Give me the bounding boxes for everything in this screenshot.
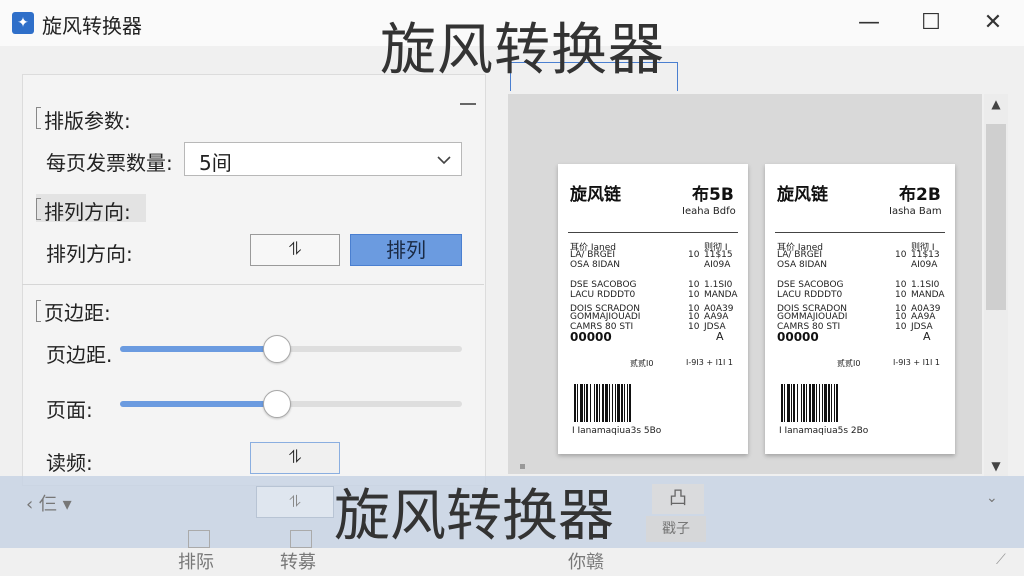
divider	[22, 284, 484, 285]
receipt-row-qty: 10	[895, 322, 907, 332]
close-button[interactable]: ✕	[976, 8, 1010, 38]
receipt-row-qty: 10	[688, 322, 700, 332]
page-slider-fill	[120, 401, 278, 407]
receipt-row-label: DSE SACOBOG	[777, 280, 844, 290]
resize-corner-icon[interactable]: ⟋	[996, 552, 1006, 568]
receipt-row-amount: MANDA	[911, 290, 945, 300]
direction-swap-button[interactable]: ⥮	[250, 234, 340, 266]
bottom-swap-button[interactable]: ⥮	[256, 486, 334, 518]
convert-icon	[290, 530, 312, 548]
footer-button-3[interactable]: 你赣	[568, 548, 604, 574]
receipt-row-label: GOMMAJIOUADI	[570, 312, 641, 322]
bottom-right-button[interactable]: 凸	[652, 484, 704, 514]
receipt-code: I Ianamaqiua5s 2Bo	[779, 426, 869, 436]
window-title: 旋风转换器	[42, 14, 142, 38]
receipt-row-qty: 10	[688, 280, 700, 290]
receipt-row-qty: 10	[895, 250, 907, 260]
bottom-right-button-2[interactable]: 戳子	[646, 516, 706, 542]
scrollbar-thumb[interactable]	[986, 124, 1006, 310]
collapse-icon[interactable]	[460, 103, 476, 105]
margin-label: 页边距.	[46, 343, 113, 367]
receipt-row-amount: 1.1SI0	[704, 280, 733, 290]
maximize-button[interactable]: ☐	[914, 8, 948, 38]
receipt-total: 00000	[570, 330, 612, 344]
app-logo-icon: ✦	[12, 12, 34, 34]
layout-icon	[188, 530, 210, 548]
receipt-foot-right: I-9I3 + I1I 1	[893, 358, 941, 367]
section-bracket-icon	[36, 198, 41, 220]
receipt-row-label: OSA 8IDAN	[777, 260, 828, 270]
receipt-row-qty: 10	[688, 250, 700, 260]
receipt-total-right: A	[923, 330, 931, 343]
receipt-row-label: LACU RDDDT0	[570, 290, 636, 300]
receipt-2[interactable]: 旋风链 布2B Iasha Bam 耳价 Ianed 则彻 I LA/ BRGEI 1…	[765, 164, 955, 454]
settings-panel	[22, 74, 486, 486]
bottom-left-tool[interactable]: ‹ 仨 ▾	[26, 490, 72, 516]
receipt-row-amount: AA9A	[704, 312, 729, 322]
direction-arrange-button[interactable]: 排列	[350, 234, 462, 266]
barcode-icon	[781, 384, 838, 422]
section-title-margin: 页边距:	[44, 301, 111, 325]
receipt-row-qty: 10	[688, 290, 700, 300]
receipt-row-amount: 11$13	[911, 250, 940, 260]
receipt-1[interactable]: 旋风链 布5B Ieaha Bdfo 耳价 Ianed 则彻 I LA/ BRGEI…	[558, 164, 748, 454]
margin-slider-fill	[120, 346, 278, 352]
direction-label: 排列方向:	[46, 242, 133, 266]
receipt-total: 00000	[777, 330, 819, 344]
receipt-total-right: A	[716, 330, 724, 343]
receipt-row-qty: 10	[688, 312, 700, 322]
scroll-up-icon[interactable]: ▲	[986, 96, 1006, 112]
resize-handle[interactable]	[520, 464, 525, 469]
receipt-row-amount: 11$15	[704, 250, 733, 260]
receipt-row-label: DSE SACOBOG	[570, 280, 637, 290]
chevron-down-icon[interactable]: ⌄	[986, 490, 998, 506]
freq-swap-button[interactable]: ⥮	[250, 442, 340, 474]
receipt-foot-left: 贰贰I0	[837, 359, 861, 368]
chevron-down-icon	[437, 156, 451, 165]
receipt-row-label: GOMMAJIOUADI	[777, 312, 848, 322]
receipt-foot-right: I-9I3 + I1I 1	[686, 358, 734, 367]
section-bracket-icon	[36, 300, 41, 322]
receipt-row-amount: MANDA	[704, 290, 738, 300]
footer-button-1[interactable]: 排际	[178, 548, 214, 574]
section-title-layout: 排版参数:	[44, 109, 131, 133]
page-label: 页面:	[46, 398, 93, 422]
footer-button-2[interactable]: 转募	[280, 548, 316, 574]
scroll-down-icon[interactable]: ▼	[986, 458, 1006, 474]
section-bracket-icon	[36, 107, 41, 129]
receipt-row-amount: 1.1SI0	[911, 280, 940, 290]
receipt-row-amount: AI09A	[704, 260, 731, 270]
receipt-row-amount: AI09A	[911, 260, 938, 270]
count-select[interactable]: 5间	[184, 142, 462, 176]
receipt-code: I Ianamaqiua3s 5Bo	[572, 426, 662, 436]
minimize-button[interactable]: —	[852, 8, 886, 38]
preview-area: 旋风链 布5B Ieaha Bdfo 耳价 Ianed 则彻 I LA/ BRGEI…	[508, 94, 982, 474]
count-label: 每页发票数量:	[46, 151, 173, 175]
receipt-row-amount: AA9A	[911, 312, 936, 322]
receipt-row-label: LA/ BRGEI	[570, 250, 616, 260]
receipt-row-qty: 10	[895, 312, 907, 322]
receipt-row-label: LA/ BRGEI	[777, 250, 823, 260]
freq-label: 读频:	[46, 451, 93, 475]
count-value: 5间	[199, 151, 232, 175]
receipt-row-qty: 10	[895, 290, 907, 300]
receipt-row-label: LACU RDDDT0	[777, 290, 843, 300]
barcode-icon	[574, 384, 631, 422]
receipt-row-label: OSA 8IDAN	[570, 260, 621, 270]
section-title-direction: 排列方向:	[44, 200, 131, 224]
bottom-overlay-title: 旋风转换器	[334, 484, 614, 549]
receipt-foot-left: 贰贰I0	[630, 359, 654, 368]
receipt-row-qty: 10	[895, 280, 907, 290]
